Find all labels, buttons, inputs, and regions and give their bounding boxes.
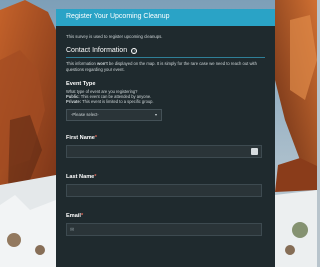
- section-divider: [66, 57, 265, 58]
- chevron-down-icon: ▾: [154, 112, 157, 118]
- event-type-select-value: -Please select-: [71, 112, 99, 118]
- contact-card-icon[interactable]: [251, 147, 258, 155]
- form-header: Register Your Upcoming Cleanup: [56, 9, 275, 26]
- contact-section-header[interactable]: Contact Information ⓘ: [66, 47, 265, 54]
- email-input[interactable]: ✉: [66, 222, 262, 236]
- envelope-icon: ✉: [70, 226, 75, 233]
- form-title: Register Your Upcoming Cleanup: [66, 13, 170, 20]
- email-label: Email*: [66, 212, 84, 219]
- info-icon[interactable]: ⓘ: [131, 47, 138, 54]
- contact-section-title: Contact Information: [66, 47, 128, 54]
- event-type-hint: What type of event are you registering? …: [66, 89, 154, 105]
- form-intro: This survey is used to register upcoming…: [66, 34, 163, 39]
- event-type-select[interactable]: -Please select- ▾: [66, 108, 162, 121]
- last-name-input[interactable]: [66, 183, 262, 197]
- last-name-label: Last Name*: [66, 173, 97, 180]
- survey-form-panel: Register Your Upcoming Cleanup This surv…: [56, 9, 275, 267]
- first-name-input[interactable]: [66, 144, 262, 158]
- contact-note: This information won't be displayed on t…: [66, 61, 257, 72]
- event-type-label: Event Type: [66, 81, 96, 87]
- first-name-label: First Name*: [66, 134, 98, 141]
